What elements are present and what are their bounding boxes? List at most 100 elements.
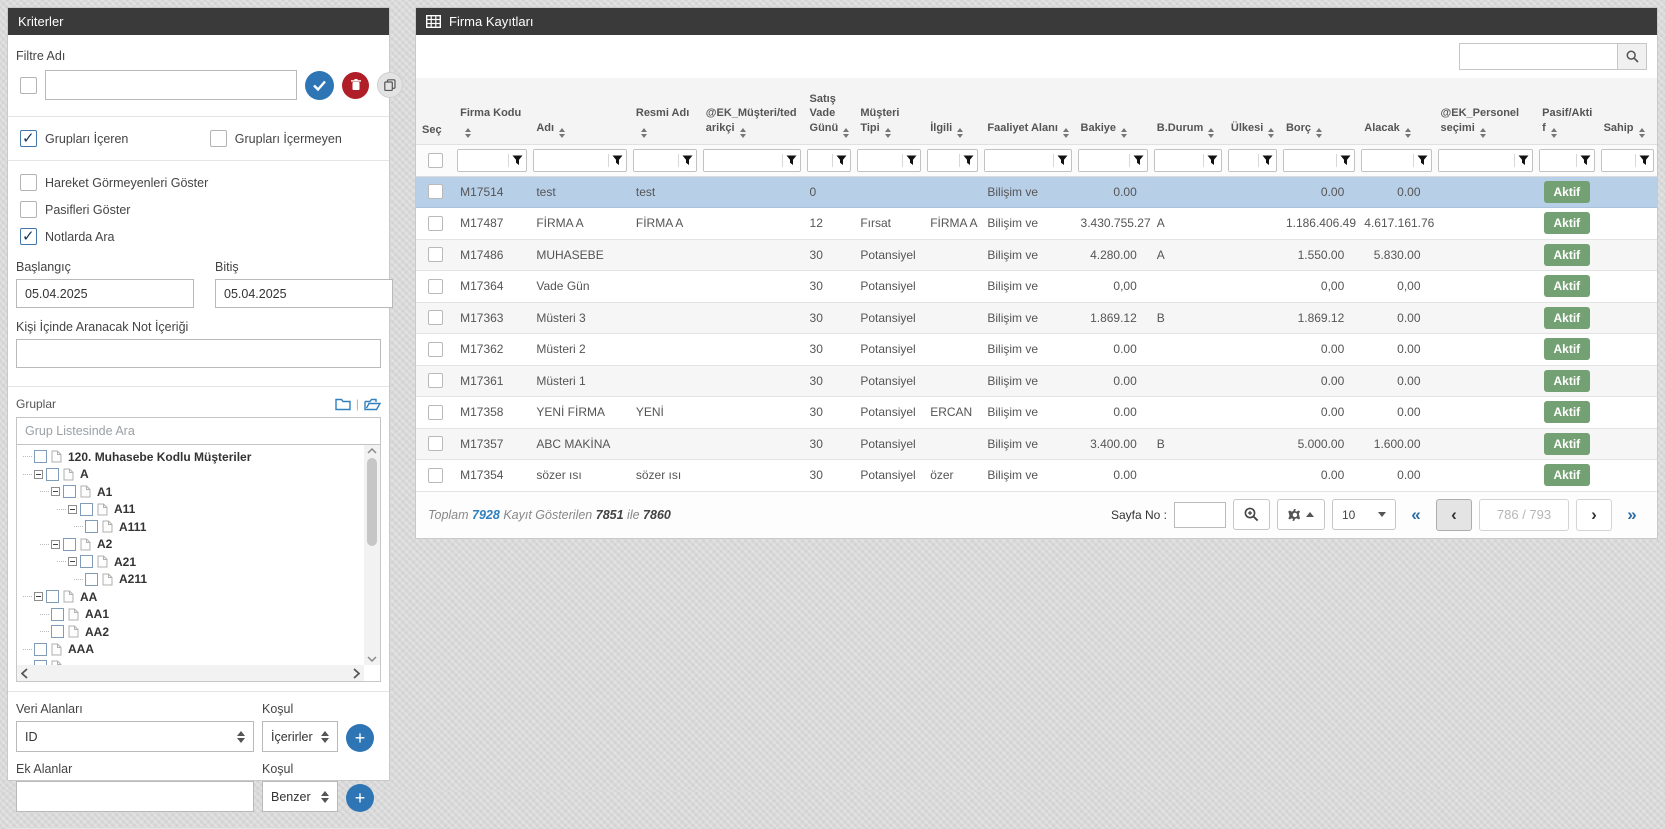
tree-node[interactable]: 120. Muhasebe Kodlu Müşteriler [23,448,364,466]
extra-fields-select[interactable] [16,781,254,812]
row-checkbox[interactable] [428,247,443,262]
sort-icon[interactable] [1208,128,1214,138]
folder-open-icon[interactable] [364,398,381,411]
sort-icon[interactable] [885,128,891,138]
tree-node-checkbox[interactable] [46,590,59,603]
column-filter-input[interactable] [1540,150,1575,171]
tree-node[interactable]: A21 [23,553,364,571]
sort-icon[interactable] [843,128,849,138]
grid-settings-button[interactable] [1277,499,1325,530]
grid-search-input[interactable] [1459,43,1617,70]
column-filter-input[interactable] [1284,150,1336,171]
tree-node[interactable] [23,658,364,665]
row-checkbox[interactable] [428,436,443,451]
column-filter-input[interactable] [534,150,608,171]
tree-node-checkbox[interactable] [85,573,98,586]
tree-node[interactable]: A11 [23,501,364,519]
sort-icon[interactable] [1063,128,1069,138]
column-header[interactable]: Bakiye [1075,78,1151,144]
condition2-select[interactable]: Benzer [262,781,338,812]
column-header[interactable]: Müşteri Tipi [854,78,924,144]
column-header[interactable]: İlgili [924,78,981,144]
sort-icon[interactable] [1551,128,1557,138]
table-row[interactable]: M17362Müsteri 230PotansiyelBilişim ve0.0… [416,334,1657,366]
column-filter-input[interactable] [1602,150,1635,171]
tree-node[interactable]: AAA [23,641,364,659]
tree-node-checkbox[interactable] [63,485,76,498]
status-aktif-button[interactable]: Aktif [1544,244,1591,266]
page-no-input[interactable] [1174,502,1226,528]
filter-name-input[interactable] [45,70,297,100]
status-aktif-button[interactable]: Aktif [1544,433,1591,455]
row-checkbox[interactable] [428,216,443,231]
filter-funnel-icon[interactable] [1337,155,1354,166]
column-header[interactable]: Borç [1280,78,1358,144]
filter-funnel-icon[interactable] [609,155,626,166]
status-aktif-button[interactable]: Aktif [1544,181,1591,203]
filter-funnel-icon[interactable] [903,155,920,166]
tree-collapse-icon[interactable] [68,505,77,514]
tree-node[interactable]: A211 [23,571,364,589]
column-filter-input[interactable] [634,150,678,171]
row-checkbox[interactable] [428,342,443,357]
column-filter-input[interactable] [1155,150,1203,171]
previous-page-button[interactable]: ‹ [1436,499,1472,531]
filter-funnel-icon[interactable] [833,155,850,166]
tree-vertical-scrollbar[interactable] [364,445,380,665]
scrollbar-thumb[interactable] [367,458,377,546]
column-header[interactable]: @EK_Müşteri/tedarikçi [700,78,804,144]
tree-node-checkbox[interactable] [51,608,64,621]
table-row[interactable]: M17363Müsteri 330PotansiyelBilişim ve1.8… [416,302,1657,334]
filter-funnel-icon[interactable] [509,155,526,166]
status-aktif-button[interactable]: Aktif [1544,212,1591,234]
filter-funnel-icon[interactable] [1204,155,1221,166]
tree-node-checkbox[interactable] [34,450,47,463]
checkbox-hareket-gormeyenleri[interactable] [20,174,37,191]
status-aktif-button[interactable]: Aktif [1544,275,1591,297]
filter-funnel-icon[interactable] [1577,155,1594,166]
checkbox-pasifleri-goster[interactable] [20,201,37,218]
row-checkbox[interactable] [428,184,443,199]
tree-collapse-icon[interactable] [68,557,77,566]
checkbox-gruplari-icermeyen[interactable] [210,130,227,147]
last-page-button[interactable]: » [1619,499,1645,531]
chevron-right-icon[interactable] [353,668,360,679]
filter-funnel-icon[interactable] [1636,155,1653,166]
status-aktif-button[interactable]: Aktif [1544,401,1591,423]
sort-icon[interactable] [1480,128,1486,138]
filter-name-checkbox[interactable] [20,77,37,94]
tree-node[interactable]: AA [23,588,364,606]
table-row[interactable]: M17487FİRMA AFİRMA A12FırsatFİRMA ABiliş… [416,208,1657,240]
table-row[interactable]: M17361Müsteri 130PotansiyelBilişim ve0.0… [416,365,1657,397]
go-to-page-button[interactable] [1233,499,1270,530]
grid-search-button[interactable] [1617,43,1647,70]
column-header[interactable]: Firma Kodu [454,78,530,144]
column-filter-input[interactable] [928,150,959,171]
tree-collapse-icon[interactable] [51,487,60,496]
tree-collapse-icon[interactable] [34,470,43,479]
sort-icon[interactable] [957,128,963,138]
column-header[interactable]: Pasif/Aktif [1536,78,1597,144]
column-header[interactable]: B.Durum [1151,78,1225,144]
column-header[interactable]: Resmi Adı [630,78,700,144]
status-aktif-button[interactable]: Aktif [1544,338,1591,360]
column-header[interactable]: Ülkesi [1225,78,1280,144]
tree-node-checkbox[interactable] [46,468,59,481]
tree-horizontal-scrollbar[interactable] [17,665,364,681]
sort-icon[interactable] [1121,128,1127,138]
filter-funnel-icon[interactable] [1130,155,1147,166]
row-checkbox[interactable] [428,279,443,294]
filter-funnel-icon[interactable] [1515,155,1532,166]
sort-icon[interactable] [1405,128,1411,138]
first-page-button[interactable]: « [1403,499,1429,531]
checkbox-gruplari-iceren[interactable] [20,130,37,147]
data-fields-select[interactable]: ID [16,721,254,752]
tree-collapse-icon[interactable] [51,540,60,549]
filter-funnel-icon[interactable] [1414,155,1431,166]
add-data-field-button[interactable]: + [346,724,374,752]
tree-node[interactable]: A111 [23,518,364,536]
column-header[interactable]: Faaliyet Alanı [981,78,1074,144]
column-filter-input[interactable] [704,150,782,171]
condition1-select[interactable]: İçerirler [262,721,338,752]
select-all-checkbox[interactable] [428,153,443,168]
